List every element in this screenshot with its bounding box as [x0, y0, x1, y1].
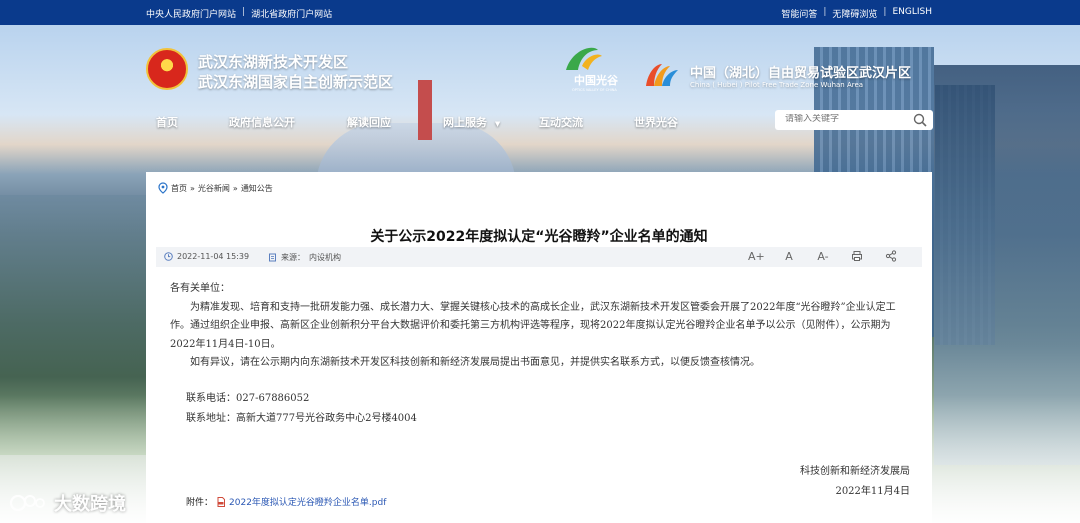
ftz-subtitle: China ( Hubei ) Pilot Free Trade Zone Wu… [690, 81, 864, 89]
spire [418, 80, 432, 140]
search-box [775, 110, 933, 130]
location-pin-icon [158, 182, 168, 194]
separator: | [242, 7, 246, 17]
separator: | [823, 7, 827, 17]
attachment-label: 附件： [186, 498, 214, 508]
nav-item-interaction[interactable]: 互动交流 [539, 114, 583, 130]
contact-address: 联系地址：高新大道777号光谷政务中心2号楼4004 [186, 409, 417, 429]
nav-item-home[interactable]: 首页 [156, 114, 178, 130]
article-tools: A+ A A- [748, 250, 898, 265]
top-bar: 中央人民政府门户网站 | 湖北省政府门户网站 智能问答 | 无障碍浏览 | EN… [0, 0, 1080, 25]
national-emblem-icon [146, 48, 188, 90]
contact-info: 联系电话：027-67886052 联系地址：高新大道777号光谷政务中心2号楼… [186, 389, 417, 429]
optics-valley-logo-sub: OPTICS VALLEY OF CHINA [572, 88, 617, 92]
nav-item-online-service-label: 网上服务 [443, 116, 487, 129]
ftz-logo-icon [646, 64, 678, 86]
top-links-left: 中央人民政府门户网站 | 湖北省政府门户网站 [146, 7, 332, 20]
separator: | [883, 7, 887, 17]
nav-item-world-optics-valley[interactable]: 世界光谷 [634, 114, 678, 130]
optics-valley-logo[interactable]: 中国光谷 OPTICS VALLEY OF CHINA [552, 40, 632, 92]
font-default-icon[interactable]: A [782, 250, 796, 265]
article-title: 关于公示2022年度拟认定“光谷瞪羚”企业名单的通知 [370, 229, 708, 245]
signature-date: 2022年11月4日 [835, 486, 910, 497]
signature-org: 科技创新和新经济发展局 [800, 466, 910, 477]
signature-block: 科技创新和新经济发展局 2022年11月4日 [800, 462, 910, 502]
font-increase-icon[interactable]: A+ [748, 250, 765, 265]
link-smart-qa[interactable]: 智能问答 [781, 7, 817, 20]
contact-phone-label: 联系电话： [186, 393, 236, 404]
article-source-text: 内设机构 [309, 253, 341, 262]
article-source: 来源： 内设机构 [268, 252, 341, 263]
clock-icon [164, 252, 173, 261]
watermark-text: 大数跨境 [54, 494, 126, 515]
search-icon[interactable] [913, 113, 927, 127]
document-icon [269, 253, 276, 262]
breadcrumb-notice[interactable]: 通知公告 [241, 183, 273, 194]
nav-item-online-service[interactable]: 网上服务 ▼ [443, 114, 500, 130]
article-date: 2022-11-04 15:39 [164, 252, 249, 261]
article-paragraph: 如有异议，请在公示期内向东湖新技术开发区科技创新和新经济发展局提出书面意见，并提… [190, 357, 760, 368]
link-hubei-gov[interactable]: 湖北省政府门户网站 [251, 7, 332, 20]
org-title-line1: 武汉东湖新技术开发区 [198, 53, 349, 71]
link-central-gov[interactable]: 中央人民政府门户网站 [146, 7, 236, 20]
search-input[interactable] [785, 114, 905, 124]
org-title-line2: 武汉东湖国家自主创新示范区 [198, 73, 394, 91]
org-title[interactable]: 武汉东湖新技术开发区 武汉东湖国家自主创新示范区 [198, 52, 393, 92]
attachment-link[interactable]: 2022年度拟认定光谷瞪羚企业名单.pdf [229, 495, 386, 508]
nav-item-gov-info[interactable]: 政府信息公开 [229, 114, 295, 130]
print-icon[interactable] [850, 250, 864, 265]
breadcrumb: 首页 » 光谷新闻 » 通知公告 [158, 182, 273, 194]
watermark: 大数跨境 [8, 490, 126, 516]
link-accessibility[interactable]: 无障碍浏览 [832, 7, 877, 20]
breadcrumb-separator: » [232, 183, 238, 193]
breadcrumb-news[interactable]: 光谷新闻 [198, 183, 230, 194]
contact-phone: 联系电话：027-67886052 [186, 389, 417, 409]
font-decrease-icon[interactable]: A- [816, 250, 830, 265]
share-icon[interactable] [884, 250, 898, 265]
link-english[interactable]: ENGLISH [892, 7, 932, 20]
article-meta-bar: 2022-11-04 15:39 来源： 内设机构 A+ A A- [156, 247, 922, 267]
nav-item-interpretation[interactable]: 解读回应 [347, 114, 391, 130]
pdf-file-icon [217, 496, 226, 507]
contact-phone-value: 027-67886052 [236, 393, 310, 404]
contact-address-value: 高新大道777号光谷政务中心2号楼4004 [236, 413, 417, 424]
attachment: 附件： 2022年度拟认定光谷瞪羚企业名单.pdf [186, 495, 386, 508]
watermark-logo-icon [9, 494, 45, 512]
article-paragraph: 为精准发现、培育和支持一批研发能力强、成长潜力大、掌握关键核心技术的高成长企业，… [170, 301, 896, 350]
article-source-label: 来源： [281, 253, 305, 262]
article-body: 各有关单位： 为精准发现、培育和支持一批研发能力强、成长潜力大、掌握关键核心技术… [170, 280, 914, 373]
top-links-right: 智能问答 | 无障碍浏览 | ENGLISH [781, 7, 932, 20]
article-date-text: 2022-11-04 15:39 [177, 252, 250, 261]
article-card: 首页 » 光谷新闻 » 通知公告 关于公示2022年度拟认定“光谷瞪羚”企业名单… [146, 172, 932, 523]
breadcrumb-home[interactable]: 首页 [171, 183, 187, 194]
article-salutation: 各有关单位： [170, 283, 230, 294]
optics-valley-logo-text: 中国光谷 [574, 73, 619, 87]
chevron-down-icon: ▼ [494, 120, 501, 128]
breadcrumb-separator: » [190, 183, 195, 193]
ftz-title: 中国（湖北）自由贸易试验区武汉片区 [690, 66, 912, 81]
contact-address-label: 联系地址： [186, 413, 236, 424]
